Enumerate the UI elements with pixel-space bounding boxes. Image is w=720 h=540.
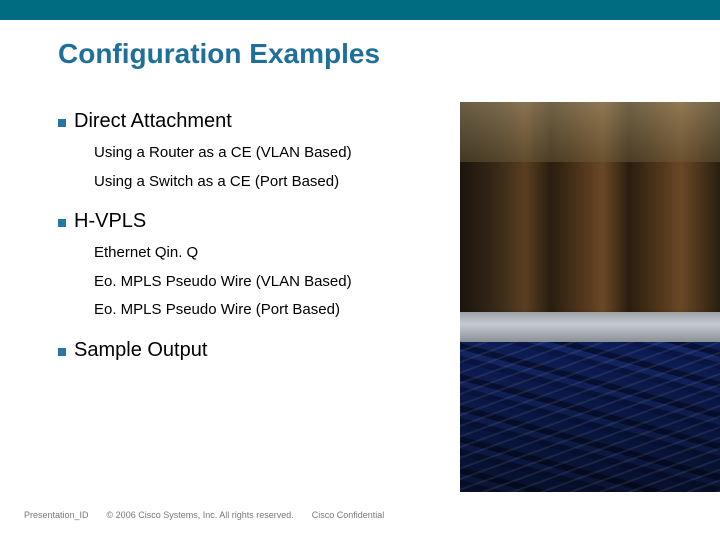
square-bullet-icon (58, 348, 66, 356)
section-heading-row: Direct Attachment (58, 110, 458, 133)
section-subitem: Using a Router as a CE (VLAN Based) (94, 139, 458, 168)
top-bar (0, 0, 720, 20)
section-heading: Direct Attachment (74, 110, 232, 133)
cable-tray (460, 312, 720, 342)
square-bullet-icon (58, 119, 66, 127)
presentation-id: Presentation_ID (24, 510, 89, 520)
section-heading: H-VPLS (74, 210, 146, 233)
square-bullet-icon (58, 219, 66, 227)
datacenter-photo (460, 102, 720, 492)
copyright: © 2006 Cisco Systems, Inc. All rights re… (107, 510, 294, 520)
section-heading-row: H-VPLS (58, 210, 458, 233)
section-h-vpls: H-VPLS Ethernet Qin. Q Eo. MPLS Pseudo W… (58, 210, 458, 325)
content-area: Direct Attachment Using a Router as a CE… (58, 110, 458, 376)
section-subitem: Using a Switch as a CE (Port Based) (94, 168, 458, 197)
footer: Presentation_ID © 2006 Cisco Systems, In… (24, 510, 384, 520)
blue-cables (460, 342, 720, 492)
section-subitem: Eo. MPLS Pseudo Wire (Port Based) (94, 296, 458, 325)
section-direct-attachment: Direct Attachment Using a Router as a CE… (58, 110, 458, 196)
section-heading-row: Sample Output (58, 339, 458, 362)
section-sample-output: Sample Output (58, 339, 458, 362)
section-subitem: Eo. MPLS Pseudo Wire (VLAN Based) (94, 268, 458, 297)
section-heading: Sample Output (74, 339, 207, 362)
confidential-label: Cisco Confidential (312, 510, 385, 520)
slide-title: Configuration Examples (58, 38, 380, 70)
section-subitem: Ethernet Qin. Q (94, 239, 458, 268)
ceiling-lights (460, 102, 720, 162)
slide: Configuration Examples Direct Attachment… (0, 0, 720, 540)
